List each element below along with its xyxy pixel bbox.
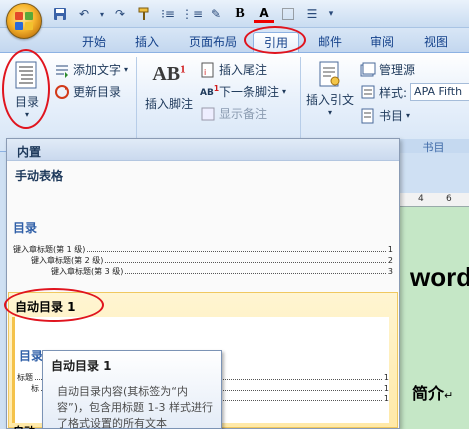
next-footnote-button[interactable]: AB1 下一条脚注 ▾ xyxy=(200,83,286,100)
show-notes-label: 显示备注 xyxy=(219,107,268,121)
office-logo-icon xyxy=(15,12,35,32)
manage-sources-button[interactable]: 管理源 xyxy=(360,61,415,78)
gallery-header: 内置 xyxy=(7,139,399,161)
quick-access-toolbar: ↶ ▾ ↷ ⁝≡ ⋮≡ ✎ B A ☰ ▾ xyxy=(0,0,469,28)
chevron-down-icon: ▾ xyxy=(124,65,129,74)
tab-mailings[interactable]: 邮件 xyxy=(310,32,350,52)
next-footnote-icon: AB1 xyxy=(200,83,220,98)
save-icon[interactable] xyxy=(50,4,70,24)
chevron-down-icon: ▾ xyxy=(406,111,411,120)
style-dropdown[interactable]: APA Fifth xyxy=(410,83,469,101)
bullets-icon[interactable]: ⁝≡ xyxy=(158,4,178,24)
next-gallery-item-fragment[interactable]: 自动 xyxy=(13,423,35,429)
horizontal-ruler[interactable]: 4 6 xyxy=(398,193,469,207)
chevron-down-icon: ▾ xyxy=(327,108,332,117)
ribbon-tabs: 开始 插入 页面布局 引用 邮件 审阅 视图 xyxy=(0,28,469,52)
chevron-down-icon[interactable]: ▾ xyxy=(98,4,106,24)
redo-icon[interactable]: ↷ xyxy=(110,4,130,24)
chevron-down-icon: ▾ xyxy=(24,110,29,119)
insert-citation-label: 插入引文 xyxy=(305,93,354,107)
manage-sources-icon xyxy=(360,62,376,78)
tooltip-title: 自动目录 1 xyxy=(51,359,112,373)
document-intro: 简介↵ xyxy=(412,384,454,403)
show-notes-button[interactable]: 显示备注 xyxy=(200,105,267,122)
auto-toc-1-label: 自动目录 1 xyxy=(15,300,76,314)
bibliography-icon xyxy=(360,108,376,124)
toc-line: 键入章标题(第 3 级) 3 xyxy=(51,267,393,276)
insert-endnote-label: 插入尾注 xyxy=(219,63,268,77)
office-button[interactable] xyxy=(6,3,42,39)
undo-icon[interactable]: ↶ xyxy=(74,4,94,24)
svg-text:i: i xyxy=(204,68,206,77)
add-text-button[interactable]: 添加文字 ▾ xyxy=(54,61,128,78)
toc-button[interactable]: 目录 ▾ xyxy=(8,59,46,131)
citation-icon xyxy=(318,61,342,89)
tab-insert[interactable]: 插入 xyxy=(126,32,168,52)
insert-footnote-label: 插入脚注 xyxy=(144,97,193,111)
numbering-icon[interactable]: ⋮≡ xyxy=(181,4,203,24)
font-color-button[interactable]: A xyxy=(254,5,274,23)
tab-review[interactable]: 审阅 xyxy=(362,32,402,52)
manual-table-item[interactable]: 手动表格 xyxy=(7,161,399,190)
ruler-mark: 6 xyxy=(446,194,452,204)
add-text-icon xyxy=(54,62,70,78)
insert-footnote-button[interactable]: AB1 插入脚注 xyxy=(142,63,196,123)
toc-line: 键入章标题(第 1 级) 1 xyxy=(13,245,393,254)
manage-sources-label: 管理源 xyxy=(379,63,416,77)
style-label: 样式: xyxy=(379,85,408,100)
style-icon xyxy=(360,84,376,100)
footnote-icon: AB1 xyxy=(152,63,186,85)
show-notes-icon xyxy=(200,106,216,122)
tab-view[interactable]: 视图 xyxy=(416,32,456,52)
bibliography-label: 书目 xyxy=(379,109,404,123)
ribbon: 目录 ▾ 添加文字 ▾ 更新目录 AB1 插入脚注 i 插入尾注 AB1 下一条… xyxy=(0,49,469,154)
bibliography-button[interactable]: 书目 ▾ xyxy=(360,107,410,124)
update-toc-button[interactable]: 更新目录 xyxy=(54,83,121,100)
document-heading: word xyxy=(410,262,469,292)
align-icon[interactable]: ☰ xyxy=(302,4,322,24)
next-footnote-label: 下一条脚注 xyxy=(219,85,280,99)
toc-line: 键入章标题(第 2 级) 2 xyxy=(31,256,393,265)
tooltip: 自动目录 1 自动目录内容(其标签为“内容”)，包含用标题 1-3 样式进行了格… xyxy=(42,350,222,429)
bold-button[interactable]: B xyxy=(230,4,250,24)
toc-preview-title: 目录 xyxy=(13,221,38,235)
toc-document-icon xyxy=(15,61,39,91)
format-painter-icon[interactable] xyxy=(134,4,154,24)
borders-icon[interactable] xyxy=(278,4,298,24)
update-icon xyxy=(54,84,70,100)
style-selector[interactable]: 样式: APA Fifth xyxy=(360,83,469,101)
ruler-mark: 4 xyxy=(418,194,424,204)
highlight-icon[interactable]: ✎ xyxy=(206,4,226,24)
tab-home[interactable]: 开始 xyxy=(72,32,116,52)
toc-button-label: 目录 xyxy=(14,95,39,109)
manual-toc-preview[interactable]: 目录 键入章标题(第 1 级) 1 键入章标题(第 2 级) 2 键入章标题(第 3… xyxy=(13,219,393,277)
tab-references[interactable]: 引用 xyxy=(253,32,299,52)
insert-citation-button[interactable]: 插入引文 ▾ xyxy=(304,61,356,127)
group-separator xyxy=(136,57,137,147)
customize-chevron-icon[interactable]: ▾ xyxy=(326,4,336,24)
endnote-icon: i xyxy=(200,62,216,78)
group-separator xyxy=(300,57,301,147)
insert-endnote-button[interactable]: i 插入尾注 xyxy=(200,61,267,78)
chevron-down-icon: ▾ xyxy=(282,87,287,96)
update-toc-label: 更新目录 xyxy=(73,85,122,99)
tooltip-body: 自动目录内容(其标签为“内容”)，包含用标题 1-3 样式进行了格式设置的所有文… xyxy=(57,385,213,429)
tab-page-layout[interactable]: 页面布局 xyxy=(184,32,242,52)
add-text-label: 添加文字 xyxy=(73,63,122,77)
